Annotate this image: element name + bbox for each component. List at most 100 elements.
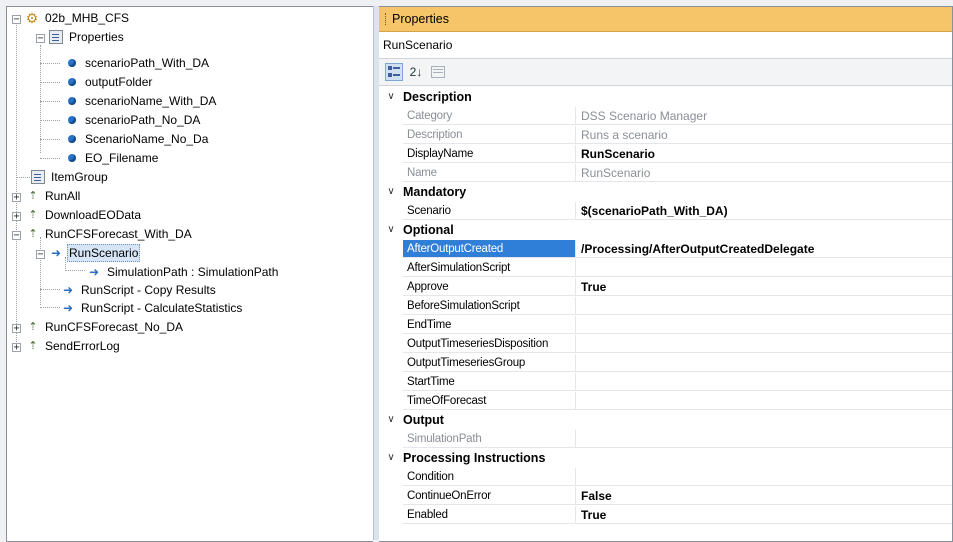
collapse-toggle[interactable]: −: [12, 15, 21, 25]
tree-node-download[interactable]: ⇡ DownloadEOData: [27, 206, 143, 224]
tree-node-property[interactable]: scenarioPath_With_DA: [65, 54, 211, 72]
property-value[interactable]: $(scenarioPath_With_DA): [576, 202, 952, 220]
collapse-toggle[interactable]: −: [12, 231, 21, 241]
tree-node-property[interactable]: scenarioName_With_DA: [65, 92, 218, 110]
property-row[interactable]: Name RunScenario: [379, 163, 952, 182]
property-name[interactable]: OutputTimeseriesDisposition: [403, 334, 576, 353]
property-row[interactable]: AfterSimulationScript: [379, 258, 952, 277]
grip-handle[interactable]: [385, 13, 388, 25]
property-value[interactable]: True: [576, 278, 952, 296]
alphabetical-sort-icon[interactable]: 2↓: [407, 63, 425, 81]
property-value[interactable]: DSS Scenario Manager: [576, 107, 952, 125]
property-name[interactable]: BeforeSimulationScript: [403, 296, 576, 315]
property-name[interactable]: ContinueOnError: [403, 486, 576, 505]
property-row[interactable]: AfterOutputCreated/Processing/AfterOutpu…: [379, 239, 952, 258]
property-value[interactable]: RunScenario: [576, 164, 952, 182]
tree-node-runall[interactable]: ⇡ RunAll: [27, 187, 82, 205]
category-row[interactable]: ∨ Optional: [379, 220, 952, 239]
property-value[interactable]: RunScenario: [576, 145, 952, 163]
property-name[interactable]: EndTime: [403, 315, 576, 334]
property-row[interactable]: Category DSS Scenario Manager: [379, 106, 952, 125]
chevron-down-icon[interactable]: ∨: [379, 452, 403, 463]
property-name[interactable]: Name: [403, 163, 576, 182]
property-value[interactable]: [576, 430, 952, 448]
property-row[interactable]: EndTime: [379, 315, 952, 334]
tree-node-properties[interactable]: Properties: [49, 28, 126, 46]
tree-node-root[interactable]: ⚙ 02b_MHB_CFS: [25, 9, 131, 27]
tree-node-property[interactable]: ScenarioName_No_Da: [65, 130, 210, 148]
property-row[interactable]: BeforeSimulationScript: [379, 296, 952, 315]
property-value[interactable]: [576, 468, 952, 486]
tree-node-run-with-da[interactable]: ⇡ RunCFSForecast_With_DA: [27, 225, 194, 243]
category-row[interactable]: ∨ Output: [379, 410, 952, 429]
tree-node-copy-results[interactable]: ➜ RunScript - Copy Results: [61, 281, 218, 299]
property-name[interactable]: AfterSimulationScript: [403, 258, 576, 277]
property-name[interactable]: Condition: [403, 467, 576, 486]
property-name[interactable]: OutputTimeseriesGroup: [403, 353, 576, 372]
property-value[interactable]: Runs a scenario: [576, 126, 952, 144]
property-name[interactable]: Scenario: [403, 201, 576, 220]
tree-node-runscenario[interactable]: ➜ RunScenario: [49, 244, 141, 262]
property-row[interactable]: Approve True: [379, 277, 952, 296]
property-row[interactable]: ContinueOnError False: [379, 486, 952, 505]
categorized-icon[interactable]: [385, 63, 403, 81]
property-value[interactable]: /Processing/AfterOutputCreatedDelegate: [576, 240, 952, 258]
property-value[interactable]: [576, 259, 952, 277]
expand-toggle[interactable]: +: [12, 212, 21, 222]
property-row[interactable]: Condition: [379, 467, 952, 486]
chevron-down-icon[interactable]: ∨: [379, 91, 403, 102]
expand-toggle[interactable]: +: [12, 343, 21, 353]
chevron-down-icon[interactable]: ∨: [379, 186, 403, 197]
property-name[interactable]: AfterOutputCreated: [403, 239, 576, 258]
property-name[interactable]: TimeOfForecast: [403, 391, 576, 410]
workflow-tree[interactable]: − ⚙ 02b_MHB_CFS − Properties scenarioPat…: [6, 6, 373, 542]
property-name[interactable]: Approve: [403, 277, 576, 296]
category-row[interactable]: ∨ Processing Instructions: [379, 448, 952, 467]
property-value[interactable]: [576, 354, 952, 372]
property-value[interactable]: True: [576, 506, 952, 524]
tree-node-property[interactable]: outputFolder: [65, 73, 154, 91]
chevron-down-icon[interactable]: ∨: [379, 224, 403, 235]
collapse-toggle[interactable]: −: [36, 250, 45, 260]
tree-node-send-error[interactable]: ⇡ SendErrorLog: [27, 337, 122, 355]
property-value[interactable]: [576, 392, 952, 410]
property-row[interactable]: StartTime: [379, 372, 952, 391]
property-pages-icon[interactable]: [429, 63, 447, 81]
property-row[interactable]: OutputTimeseriesDisposition: [379, 334, 952, 353]
property-name[interactable]: Category: [403, 106, 576, 125]
property-name[interactable]: Description: [403, 125, 576, 144]
tree-node-run-no-da[interactable]: ⇡ RunCFSForecast_No_DA: [27, 318, 185, 336]
chevron-down-icon[interactable]: ∨: [379, 414, 403, 425]
expand-toggle[interactable]: +: [12, 324, 21, 334]
tree-node-itemgroup[interactable]: ItemGroup: [31, 168, 110, 186]
property-row[interactable]: SimulationPath: [379, 429, 952, 448]
category-label: Output: [403, 412, 444, 427]
property-name[interactable]: StartTime: [403, 372, 576, 391]
tree-node-calc-stats[interactable]: ➜ RunScript - CalculateStatistics: [61, 299, 244, 317]
category-row[interactable]: ∨ Description: [379, 87, 952, 106]
property-row[interactable]: DisplayName RunScenario: [379, 144, 952, 163]
expand-toggle[interactable]: +: [12, 193, 21, 203]
property-value[interactable]: [576, 297, 952, 315]
property-value[interactable]: [576, 335, 952, 353]
property-name[interactable]: DisplayName: [403, 144, 576, 163]
property-value[interactable]: [576, 316, 952, 334]
property-row[interactable]: OutputTimeseriesGroup: [379, 353, 952, 372]
tree-node-property[interactable]: EO_Filename: [65, 149, 160, 167]
property-row[interactable]: TimeOfForecast: [379, 391, 952, 410]
property-value[interactable]: False: [576, 487, 952, 505]
property-name[interactable]: SimulationPath: [403, 429, 576, 448]
tree-node-property[interactable]: scenarioPath_No_DA: [65, 111, 202, 129]
tree-node-simpath[interactable]: ➜ SimulationPath : SimulationPath: [87, 263, 280, 281]
property-name[interactable]: Enabled: [403, 505, 576, 524]
row-gutter: [379, 296, 403, 315]
category-label: Optional: [403, 222, 454, 237]
property-row[interactable]: Enabled True: [379, 505, 952, 524]
collapse-toggle[interactable]: −: [36, 34, 45, 44]
property-value[interactable]: [576, 373, 952, 391]
property-row[interactable]: Description Runs a scenario: [379, 125, 952, 144]
category-row[interactable]: ∨ Mandatory: [379, 182, 952, 201]
tree-line: [40, 289, 60, 290]
tree-node-label: scenarioName_With_DA: [85, 94, 217, 108]
property-row[interactable]: Scenario $(scenarioPath_With_DA): [379, 201, 952, 220]
